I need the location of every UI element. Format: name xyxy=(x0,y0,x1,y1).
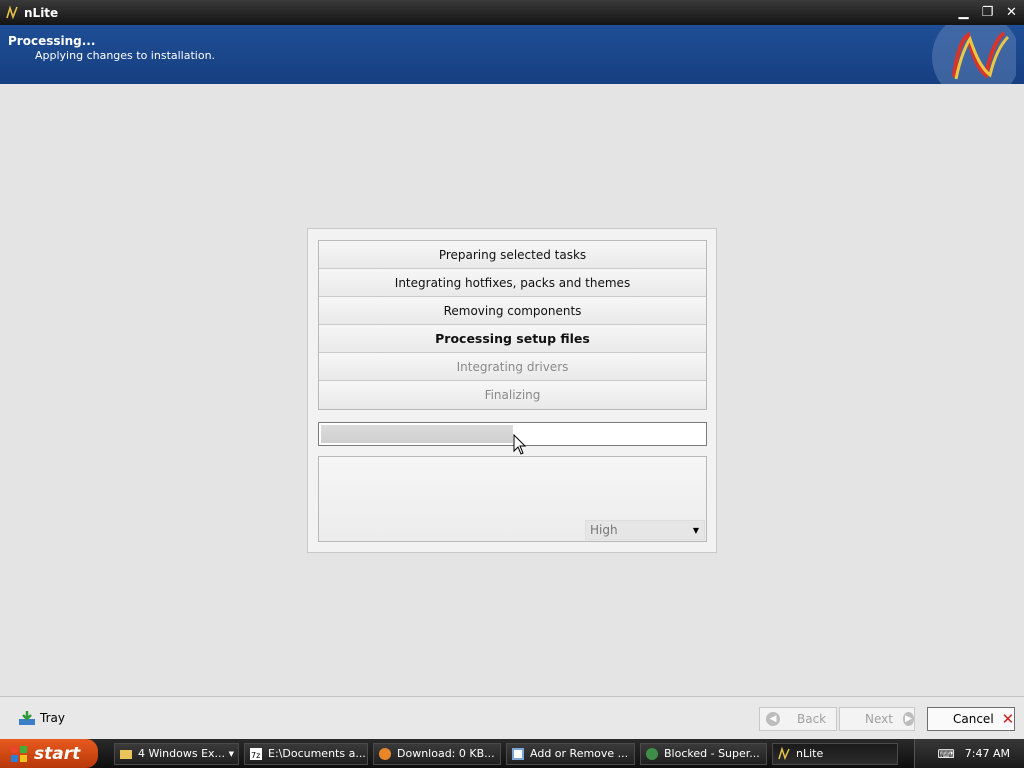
keyboard-icon[interactable]: ⌨ xyxy=(937,747,954,761)
priority-dropdown[interactable]: High ▼ xyxy=(585,520,705,540)
7zip-icon: 7z xyxy=(250,747,262,760)
start-label: start xyxy=(34,743,81,764)
close-x-icon: ✕ xyxy=(1001,710,1015,728)
arrow-left-icon: ◀ xyxy=(766,712,780,726)
taskbar-item-label: Add or Remove ... xyxy=(530,747,629,760)
priority-value: High xyxy=(590,523,618,537)
taskbar-item[interactable]: Download: 0 KB... xyxy=(373,742,501,765)
step-list: Preparing selected tasks Integrating hot… xyxy=(318,240,707,410)
close-button[interactable]: ✕ xyxy=(1001,2,1022,23)
cancel-label: Cancel xyxy=(953,712,994,726)
taskbar-item-label: Blocked - Super... xyxy=(664,747,760,760)
next-label: Next xyxy=(865,712,893,726)
system-tray: ⌨ 7:47 AM xyxy=(914,739,1024,768)
svg-text:7z: 7z xyxy=(251,751,260,760)
chevron-down-icon: ▼ xyxy=(692,525,700,535)
nlite-logo-icon xyxy=(932,25,1016,84)
wizard-footer: Tray ◀ Back Next ▶ Cancel ✕ xyxy=(0,696,1024,739)
step-item: Finalizing xyxy=(319,381,706,409)
add-remove-icon xyxy=(512,747,524,760)
window-title: nLite xyxy=(24,5,59,20)
step-item-current: Processing setup files xyxy=(319,325,706,353)
step-item: Integrating hotfixes, packs and themes xyxy=(319,269,706,297)
mouse-cursor-icon xyxy=(513,434,527,455)
taskbar-item[interactable]: 7z E:\Documents a... xyxy=(244,742,368,765)
firefox-icon xyxy=(379,747,391,760)
page-title: Processing... xyxy=(8,34,96,48)
processing-panel: Preparing selected tasks Integrating hot… xyxy=(307,228,717,553)
progress-fill xyxy=(321,425,513,443)
page-subtitle: Applying changes to installation. xyxy=(35,49,216,62)
nlite-icon xyxy=(778,746,790,760)
chevron-down-icon: ▼ xyxy=(228,749,234,758)
taskbar-item-label: nLite xyxy=(796,747,824,760)
title-bar: nLite ▁ ❐ ✕ xyxy=(0,0,1024,25)
tray-button[interactable]: Tray xyxy=(18,710,65,726)
taskbar-item-label: 4 Windows Ex... xyxy=(138,747,226,760)
taskbar-item-label: Download: 0 KB... xyxy=(397,747,495,760)
back-label: Back xyxy=(797,712,827,726)
step-item: Preparing selected tasks xyxy=(319,241,706,269)
windows-logo-icon xyxy=(11,745,27,762)
wizard-header: Processing... Applying changes to instal… xyxy=(0,25,1024,84)
restore-button[interactable]: ❐ xyxy=(977,2,998,23)
next-button[interactable]: Next ▶ xyxy=(839,707,915,731)
arrow-right-icon: ▶ xyxy=(902,712,914,726)
minimize-button[interactable]: ▁ xyxy=(953,2,974,23)
taskbar: start 4 Windows Ex... ▼ 7z E:\Documents … xyxy=(0,739,1024,768)
browser-icon xyxy=(646,747,658,760)
cancel-button[interactable]: Cancel ✕ xyxy=(927,707,1015,731)
back-button[interactable]: ◀ Back xyxy=(759,707,837,731)
step-item: Integrating drivers xyxy=(319,353,706,381)
tray-icon xyxy=(19,711,35,725)
taskbar-item[interactable]: Blocked - Super... xyxy=(640,742,767,765)
clock: 7:47 AM xyxy=(964,747,1010,760)
taskbar-item[interactable]: Add or Remove ... xyxy=(506,742,635,765)
tray-label: Tray xyxy=(40,711,65,725)
step-item: Removing components xyxy=(319,297,706,325)
taskbar-item-active[interactable]: nLite xyxy=(772,742,898,765)
taskbar-item-label: E:\Documents a... xyxy=(268,747,366,760)
log-area: High ▼ xyxy=(318,456,707,542)
folder-icon xyxy=(120,749,132,759)
taskbar-item[interactable]: 4 Windows Ex... ▼ xyxy=(114,742,239,765)
start-button[interactable]: start xyxy=(0,739,98,768)
nlite-icon xyxy=(6,4,18,19)
